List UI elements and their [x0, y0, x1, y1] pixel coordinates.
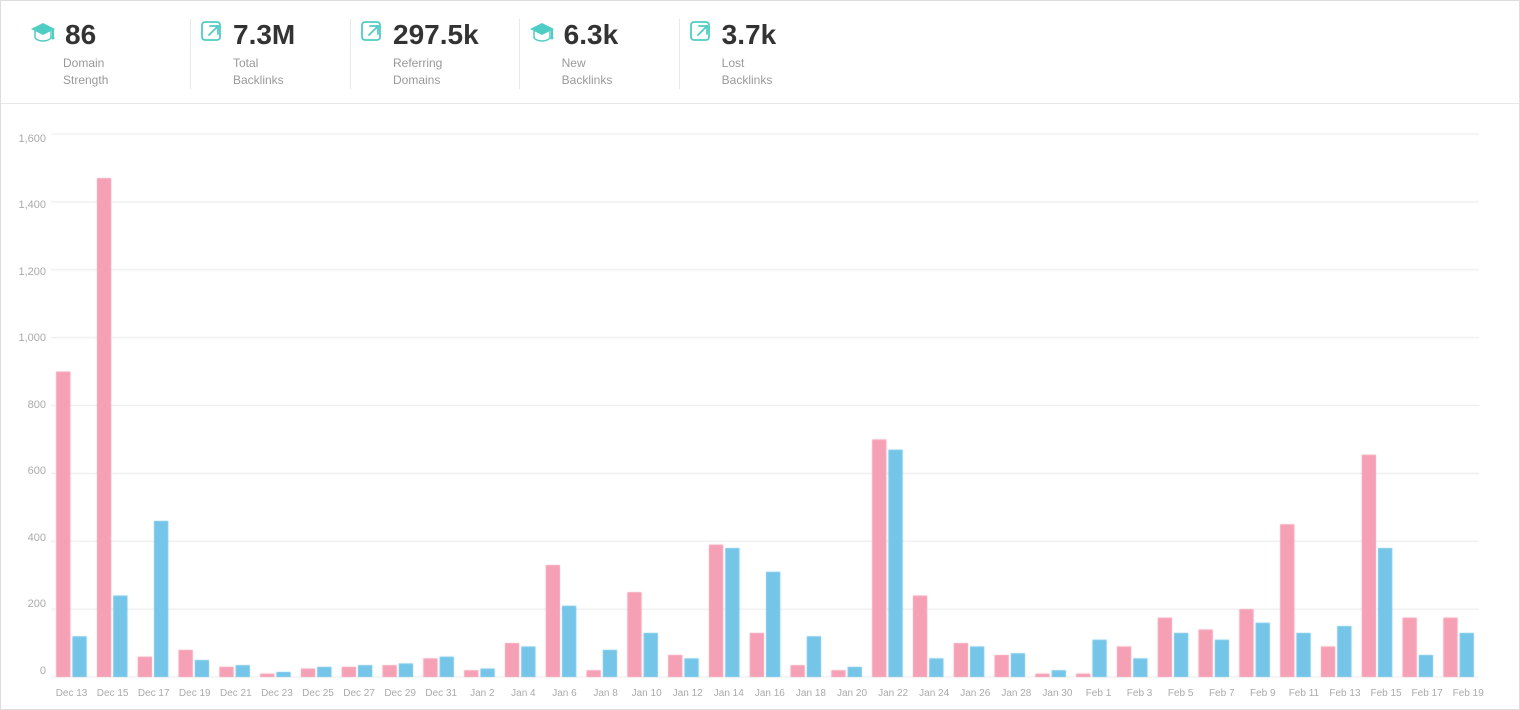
stat-item-referring-domains: 297.5k ReferringDomains: [351, 19, 520, 89]
stat-item-domain-strength: 86 DomainStrength: [31, 19, 191, 89]
chart-wrapper: 02004006008001,0001,2001,4001,600: [51, 124, 1489, 682]
x-axis-label: Feb 13: [1324, 688, 1365, 699]
lost-backlinks-value: 3.7k: [722, 19, 777, 51]
domain-strength-icon: [31, 21, 55, 49]
stats-bar: 86 DomainStrength 7.3M TotalBacklinks 297.…: [1, 1, 1519, 104]
x-axis-label: Feb 9: [1242, 688, 1283, 699]
x-axis-label: Dec 31: [421, 688, 462, 699]
domain-strength-value: 86: [65, 19, 96, 51]
chart-area: 0 200 400 600 800 1,000 1,200 1,400 1,600 Dec 13…: [1, 104, 1519, 709]
y-axis-label: 400: [6, 533, 46, 544]
x-axis-labels: Dec 13Dec 15Dec 17Dec 19Dec 21Dec 23Dec …: [51, 682, 1489, 699]
stat-item-lost-backlinks: 3.7k LostBacklinks: [680, 19, 840, 89]
new-backlinks-icon: [530, 21, 554, 49]
y-axis-label: 1,600: [6, 134, 46, 145]
y-axis-label: 1,200: [6, 267, 46, 278]
x-axis-label: Jan 12: [667, 688, 708, 699]
x-axis-label: Jan 2: [462, 688, 503, 699]
y-axis-label: 0: [6, 666, 46, 677]
x-axis-label: Jan 4: [503, 688, 544, 699]
x-axis-label: Feb 3: [1119, 688, 1160, 699]
x-axis-label: Jan 18: [790, 688, 831, 699]
x-axis-label: Jan 30: [1037, 688, 1078, 699]
x-axis-label: Jan 8: [585, 688, 626, 699]
x-axis-label: Jan 22: [873, 688, 914, 699]
referring-domains-label: ReferringDomains: [393, 55, 442, 89]
y-axis-label: 800: [6, 400, 46, 411]
x-axis-label: Dec 23: [256, 688, 297, 699]
x-axis-label: Feb 15: [1366, 688, 1407, 699]
x-axis-label: Feb 11: [1283, 688, 1324, 699]
referring-domains-icon: [361, 21, 383, 49]
x-axis-label: Dec 21: [215, 688, 256, 699]
x-axis-label: Jan 16: [749, 688, 790, 699]
y-axis-label: 600: [6, 466, 46, 477]
x-axis-label: Feb 7: [1201, 688, 1242, 699]
x-axis-label: Dec 27: [339, 688, 380, 699]
x-axis-label: Feb 1: [1078, 688, 1119, 699]
total-backlinks-label: TotalBacklinks: [233, 55, 284, 89]
total-backlinks-value: 7.3M: [233, 19, 295, 51]
lost-backlinks-icon: [690, 21, 712, 49]
lost-backlinks-label: LostBacklinks: [722, 55, 773, 89]
new-backlinks-label: NewBacklinks: [562, 55, 613, 89]
y-axis-label: 1,400: [6, 200, 46, 211]
total-backlinks-icon: [201, 21, 223, 49]
x-axis-label: Dec 19: [174, 688, 215, 699]
dashboard-container: 86 DomainStrength 7.3M TotalBacklinks 297.…: [0, 0, 1520, 710]
referring-domains-value: 297.5k: [393, 19, 479, 51]
x-axis-label: Jan 28: [996, 688, 1037, 699]
x-axis-label: Dec 25: [297, 688, 338, 699]
domain-strength-label: DomainStrength: [63, 55, 108, 89]
x-axis-label: Dec 15: [92, 688, 133, 699]
new-backlinks-value: 6.3k: [564, 19, 619, 51]
x-axis-label: Jan 10: [626, 688, 667, 699]
x-axis-label: Dec 13: [51, 688, 92, 699]
y-axis-label: 200: [6, 599, 46, 610]
stat-item-total-backlinks: 7.3M TotalBacklinks: [191, 19, 351, 89]
y-axis-labels: 0 200 400 600 800 1,000 1,200 1,400 1,600: [6, 134, 46, 677]
x-axis-label: Jan 24: [914, 688, 955, 699]
x-axis-label: Jan 20: [831, 688, 872, 699]
x-axis-label: Dec 29: [380, 688, 421, 699]
x-axis-label: Feb 5: [1160, 688, 1201, 699]
x-axis-label: Dec 17: [133, 688, 174, 699]
y-axis-label: 1,000: [6, 333, 46, 344]
x-axis-label: Jan 14: [708, 688, 749, 699]
x-axis-label: Jan 26: [955, 688, 996, 699]
x-axis-label: Feb 19: [1448, 688, 1489, 699]
stat-item-new-backlinks: 6.3k NewBacklinks: [520, 19, 680, 89]
x-axis-label: Feb 17: [1407, 688, 1448, 699]
x-axis-label: Jan 6: [544, 688, 585, 699]
